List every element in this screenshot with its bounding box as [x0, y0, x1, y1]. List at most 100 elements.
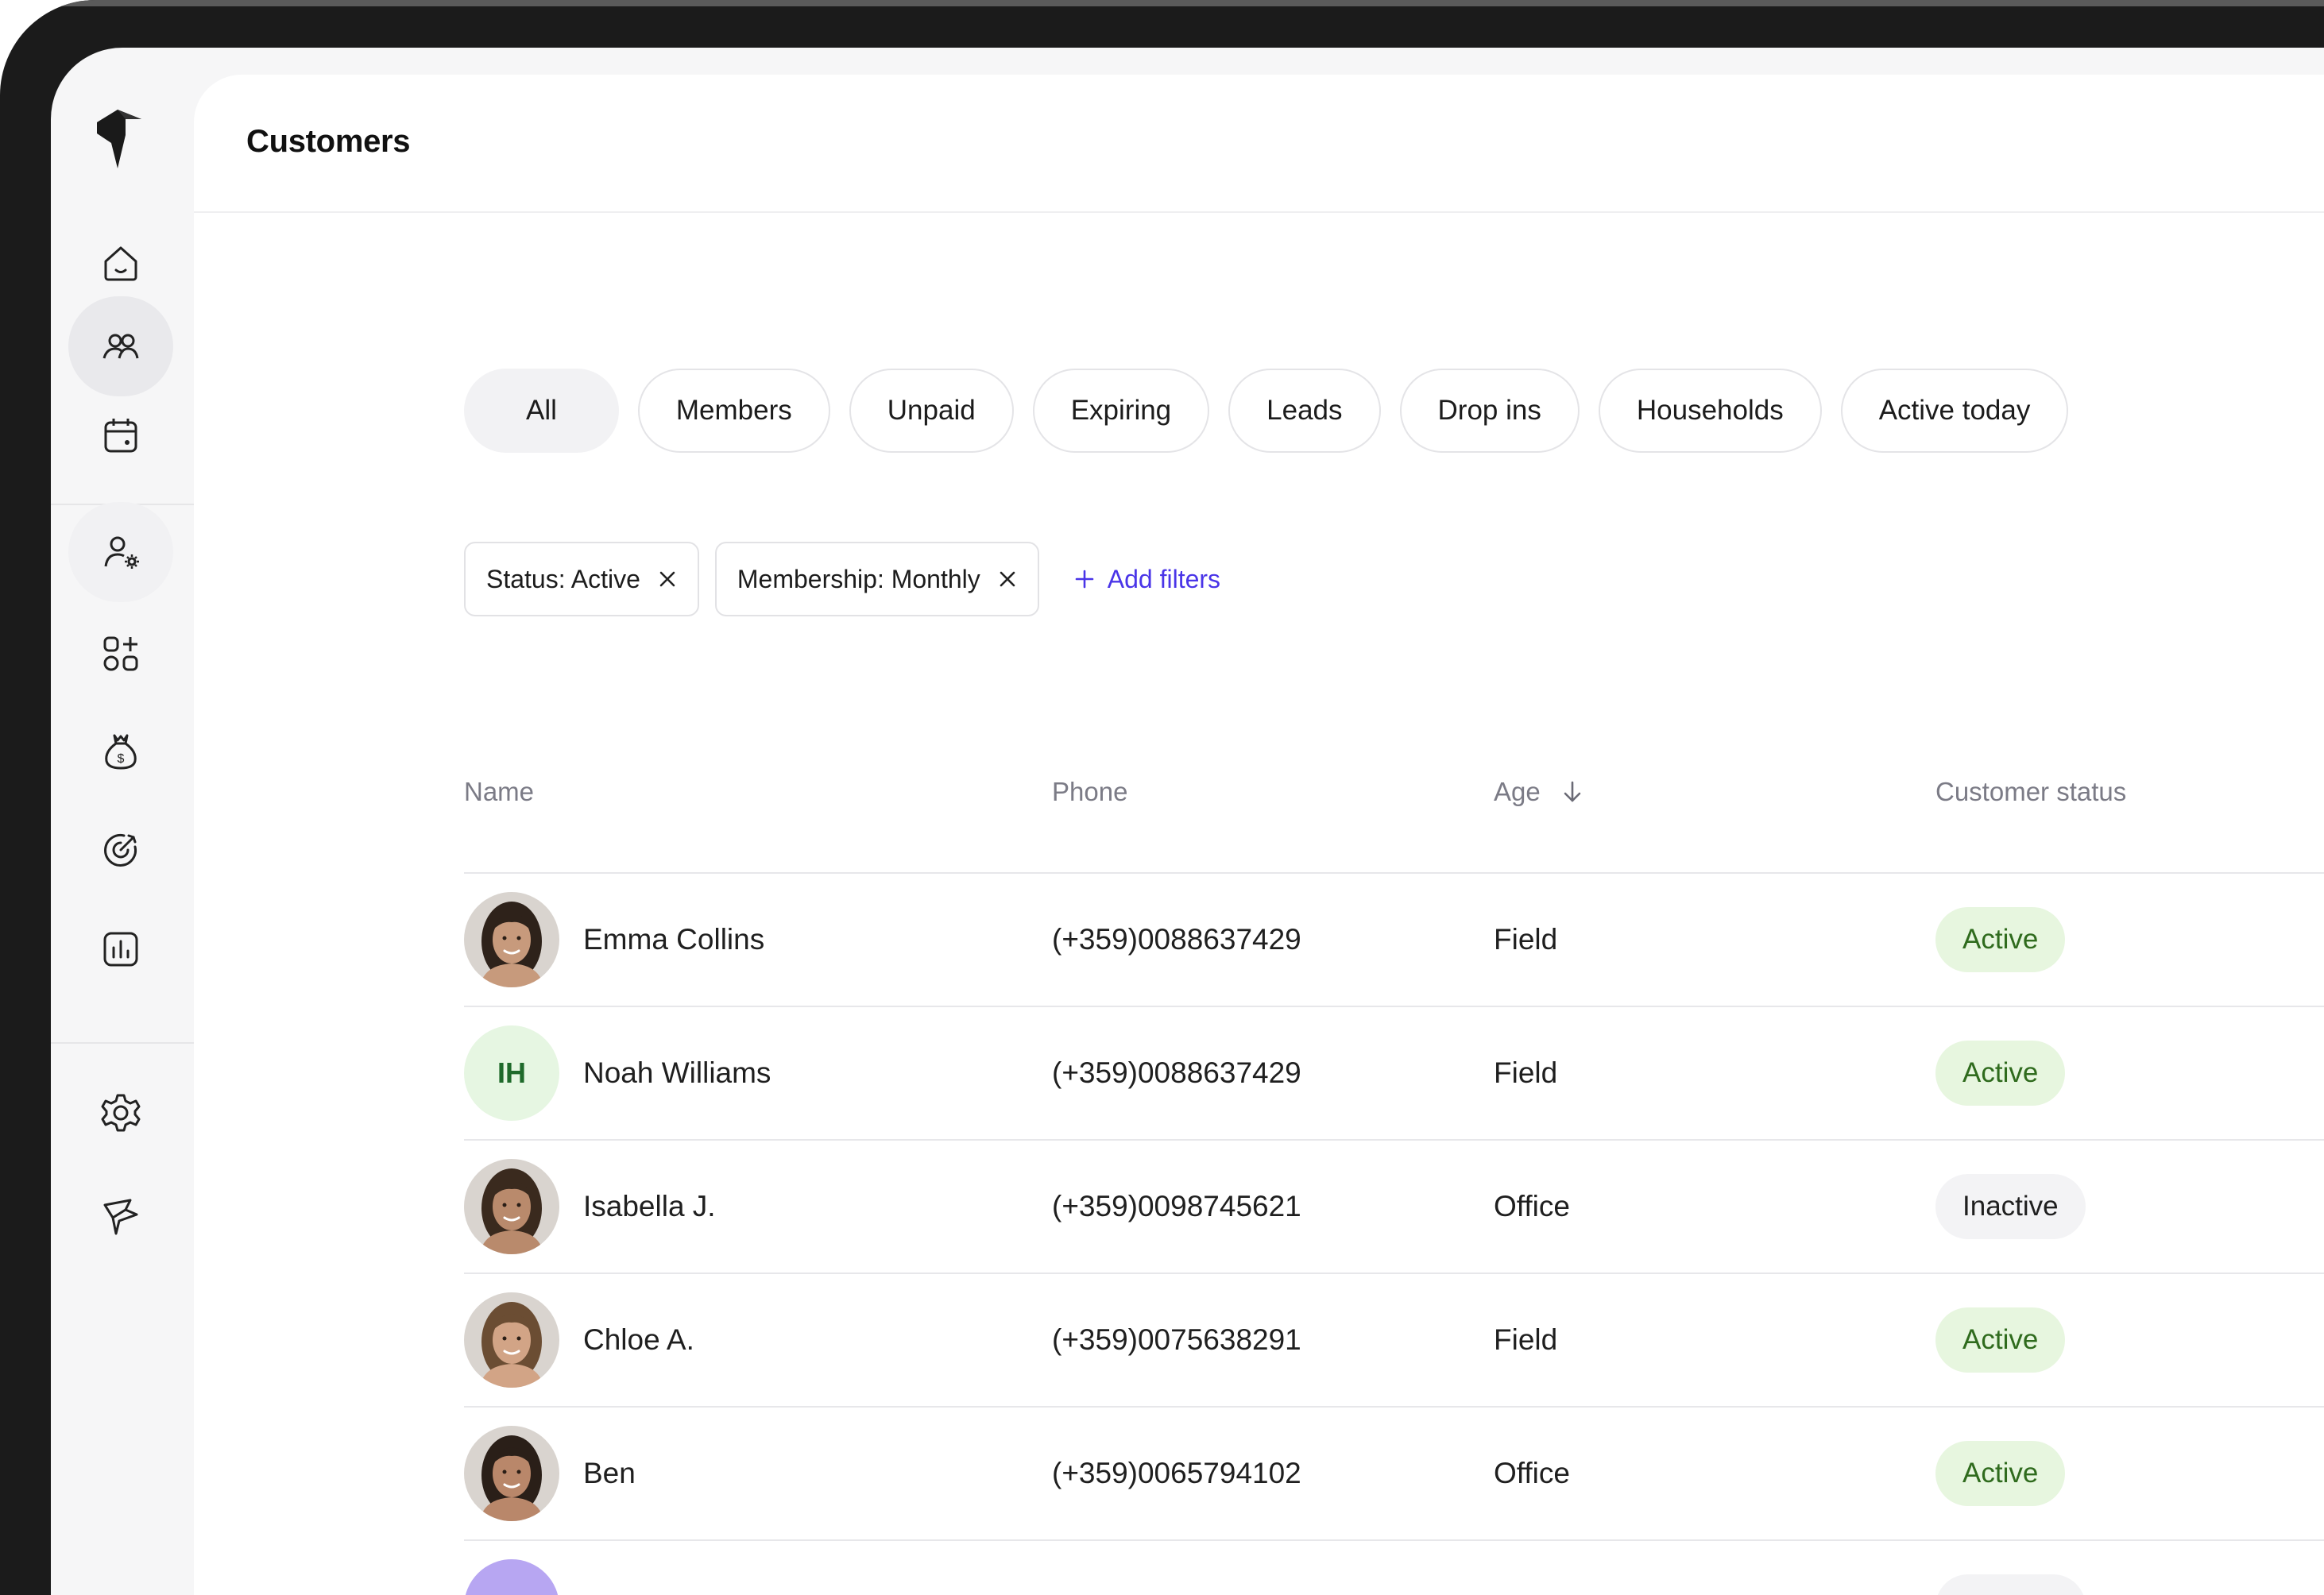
cell-age: Field — [1494, 1056, 1558, 1089]
table-row[interactable]: Ben (+359)0065794102 Office Active — [464, 1408, 2324, 1541]
cell-name: Chloe A. — [464, 1274, 694, 1406]
cell-status: Active — [1935, 1408, 2066, 1539]
tab-leads[interactable]: Leads — [1228, 369, 1381, 453]
gear-icon — [101, 1094, 141, 1132]
avatar: IH — [464, 1025, 559, 1121]
avatar: OW — [464, 1559, 559, 1595]
avatar — [464, 892, 559, 987]
customer-name[interactable]: Emma Collins — [583, 923, 764, 956]
cell-status: Active — [1935, 874, 2066, 1006]
sidebar: $ — [51, 48, 194, 1595]
cell-age: Field — [1494, 923, 1558, 956]
sidebar-item-settings[interactable] — [68, 1063, 173, 1163]
table-row[interactable]: Isabella J. (+359)0098745621 Office Inactiv… — [464, 1141, 2324, 1274]
cell-phone: (+359)0075638291 — [1052, 1323, 1301, 1356]
cell-name: IH Noah Williams — [464, 1007, 771, 1139]
cell-name: Emma Collins — [464, 874, 764, 1006]
status-badge: Active — [1935, 907, 2066, 972]
status-badge: Active — [1935, 1307, 2066, 1373]
sidebar-divider-bottom — [51, 1042, 194, 1044]
cell-status: Inactive — [1935, 1541, 2086, 1595]
sort-down-arrow-icon[interactable] — [1560, 779, 1585, 805]
customer-name[interactable]: Chloe A. — [583, 1323, 694, 1357]
cell-status: Active — [1935, 1274, 2066, 1406]
filter-chip-status[interactable]: Status: Active — [464, 542, 699, 616]
bezel-edge — [0, 0, 2324, 6]
cell-phone: (+359)0098745621 — [1052, 1190, 1301, 1222]
status-badge: Active — [1935, 1441, 2066, 1506]
cell-age: Office — [1494, 1457, 1570, 1489]
plus-icon — [1075, 570, 1094, 589]
avatar-photo — [464, 1159, 559, 1254]
avatar — [464, 1292, 559, 1388]
sidebar-item-goals[interactable] — [68, 800, 173, 900]
cell-status: Active — [1935, 1007, 2066, 1139]
avatar-initials: IH — [497, 1056, 526, 1089]
device-bezel: $ Customers All Members Unpaid Expiring … — [0, 0, 2324, 1595]
customer-name[interactable]: Ben — [583, 1457, 636, 1490]
table-row[interactable]: IH Noah Williams (+359)0088637429 Field Acti… — [464, 1007, 2324, 1141]
status-badge: Active — [1935, 1041, 2066, 1106]
cell-phone: (+359)0086543210 — [1052, 1541, 1301, 1595]
tab-active-today[interactable]: Active today — [1840, 369, 2069, 453]
tab-members[interactable]: Members — [637, 369, 830, 453]
cell-age: Field — [1494, 1323, 1558, 1356]
filter-chip-label: Membership: Monthly — [737, 564, 980, 593]
column-header-customer-status[interactable]: Customer status — [1935, 777, 2126, 807]
tab-expiring[interactable]: Expiring — [1032, 369, 1210, 453]
status-badge: Inactive — [1935, 1174, 2086, 1239]
table-row[interactable]: Chloe A. (+359)0075638291 Field Active — [464, 1274, 2324, 1408]
close-icon[interactable] — [998, 570, 1017, 589]
status-badge: Inactive — [1935, 1574, 2086, 1595]
sidebar-item-staff[interactable] — [68, 502, 173, 602]
avatar — [464, 1426, 559, 1521]
customer-name[interactable]: Noah Williams — [583, 1056, 771, 1090]
cell-age: Office — [1494, 1190, 1570, 1222]
tab-unpaid[interactable]: Unpaid — [849, 369, 1014, 453]
filter-chip-label: Status: Active — [486, 564, 640, 593]
customer-name[interactable]: Isabella J. — [583, 1190, 716, 1223]
avatar — [464, 1159, 559, 1254]
customer-name[interactable]: Olivia Williams — [583, 1590, 775, 1595]
column-header-name[interactable]: Name — [464, 777, 534, 807]
home-icon — [104, 246, 137, 281]
table-body: Emma Collins (+359)0088637429 Field Active I… — [464, 874, 2324, 1595]
sidebar-item-customers[interactable] — [68, 296, 173, 396]
cell-name: Isabella J. — [464, 1141, 716, 1273]
table-row[interactable]: Emma Collins (+359)0088637429 Field Active — [464, 874, 2324, 1007]
add-filters-button[interactable]: Add filters — [1074, 565, 1220, 594]
close-icon[interactable] — [658, 570, 677, 589]
pin-icon — [103, 1199, 138, 1235]
segment-tabs: All Members Unpaid Expiring Leads Drop i… — [464, 369, 2069, 453]
sidebar-item-payments[interactable]: $ — [68, 701, 173, 801]
apps-icon — [103, 636, 138, 671]
table-row[interactable]: OW Olivia Williams (+359)0086543210 Field In… — [464, 1541, 2324, 1595]
users-icon — [102, 334, 139, 359]
page-title: Customers — [246, 124, 411, 159]
cell-phone: (+359)0065794102 — [1052, 1457, 1301, 1489]
svg-text:$: $ — [118, 752, 125, 766]
sidebar-item-apps[interactable] — [68, 604, 173, 704]
tab-drop-ins[interactable]: Drop ins — [1399, 369, 1580, 453]
sidebar-item-calendar[interactable] — [68, 385, 173, 485]
tab-all[interactable]: All — [464, 369, 619, 453]
tab-households[interactable]: Households — [1598, 369, 1822, 453]
sidebar-item-pinned[interactable] — [68, 1166, 173, 1266]
add-filters-label: Add filters — [1107, 564, 1221, 593]
user-settings-icon — [104, 536, 139, 569]
cell-phone: (+359)0088637429 — [1052, 923, 1301, 956]
main-panel: Customers All Members Unpaid Expiring Le… — [194, 75, 2324, 1595]
sidebar-item-reports[interactable] — [68, 899, 173, 999]
target-icon — [104, 833, 137, 867]
app-logo — [97, 110, 141, 168]
bar-chart-icon — [103, 932, 138, 967]
cell-name: Ben — [464, 1408, 636, 1539]
column-header-phone[interactable]: Phone — [1052, 777, 1127, 807]
calendar-icon — [104, 419, 137, 453]
filter-chip-membership[interactable]: Membership: Monthly — [714, 542, 1039, 616]
column-header-age[interactable]: Age — [1494, 777, 1585, 807]
cell-status: Inactive — [1935, 1141, 2086, 1273]
customers-table: Name Phone Age Customer status Emma Coll… — [464, 731, 2324, 1595]
avatar-initials: OW — [487, 1590, 536, 1595]
money-bag-icon: $ — [105, 734, 137, 770]
